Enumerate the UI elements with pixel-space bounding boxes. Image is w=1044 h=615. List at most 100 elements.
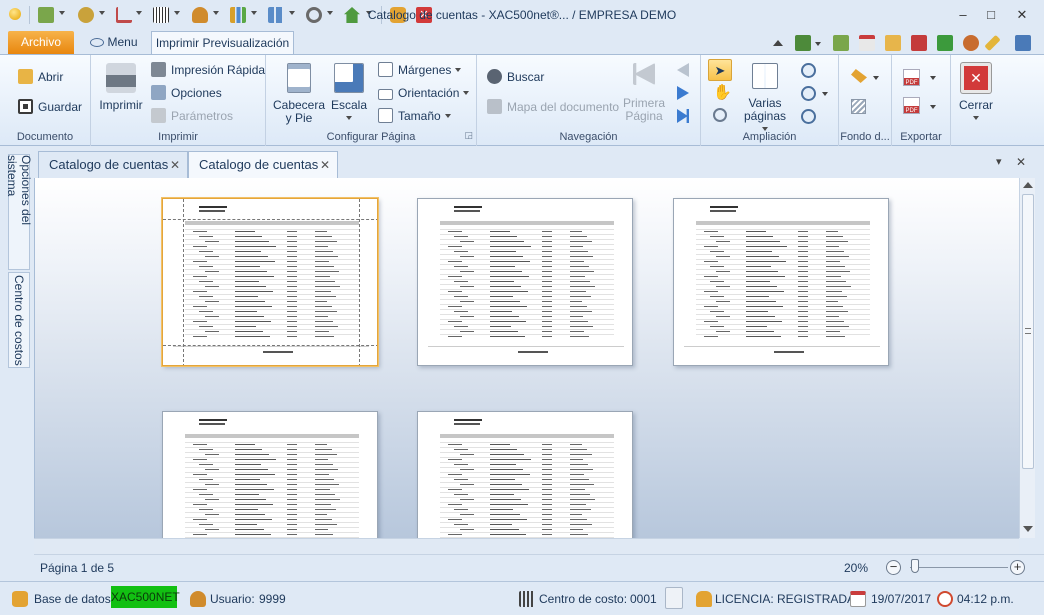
close-tab-icon[interactable]: ✕ <box>170 152 180 178</box>
document-map-icon <box>487 99 502 114</box>
pdf-icon[interactable] <box>911 35 927 51</box>
cost-center-value: 0001 <box>630 592 657 606</box>
imprimir-button[interactable]: Imprimir <box>96 63 146 112</box>
preview-page[interactable] <box>162 198 378 366</box>
tab-imprimir-previsualizacion[interactable]: Imprimir Previsualización <box>151 31 294 55</box>
folder-open-icon <box>18 69 33 84</box>
scroll-down-icon[interactable] <box>1023 526 1033 532</box>
zoom-in-button[interactable]: + <box>1010 560 1025 575</box>
close-all-tabs-icon[interactable]: ✕ <box>1016 155 1026 169</box>
windows-icon[interactable] <box>795 35 811 51</box>
parametros-label: Parámetros <box>171 109 234 123</box>
doc-tab-label: Catalogo de cuentas <box>199 157 319 172</box>
tab-menu-label: Menu <box>107 35 138 49</box>
send-pdf-icon[interactable]: PDF <box>903 97 920 114</box>
preview-page[interactable] <box>162 411 378 538</box>
zoom-in-icon[interactable] <box>801 109 816 124</box>
chevron-down-icon[interactable] <box>822 92 828 96</box>
escala-button[interactable]: Escala <box>329 63 369 125</box>
primera-pagina-button[interactable]: Primera Página <box>621 63 667 123</box>
globe-icon[interactable] <box>963 35 979 51</box>
ribbon: Abrir Guardar Documento Imprimir Impresi… <box>0 54 1044 146</box>
impresion-rapida-button[interactable]: Impresión Rápida <box>151 60 265 80</box>
magnifier-tool-icon[interactable] <box>713 108 727 122</box>
vertical-scrollbar[interactable] <box>1019 178 1035 538</box>
guardar-button[interactable]: Guardar <box>18 97 82 117</box>
doc-tab-2[interactable]: Catalogo de cuentas ✕ <box>188 151 338 178</box>
zoom-slider-thumb[interactable] <box>911 559 919 573</box>
cerrar-button[interactable]: ✕ Cerrar <box>956 63 996 125</box>
ribbon-tab-row: Archivo Menu Imprimir Previsualización <box>0 30 1044 55</box>
xls-icon[interactable] <box>937 35 953 51</box>
export-icon[interactable] <box>833 35 849 51</box>
zoom-slider-track[interactable] <box>910 567 1008 568</box>
abrir-button[interactable]: Abrir <box>18 67 63 87</box>
tab-centro-costos[interactable]: Centro de costos <box>8 272 30 368</box>
close-window-button[interactable]: ✕ <box>1010 6 1034 24</box>
pointer-tool-button[interactable]: ➤ <box>708 59 732 81</box>
clock-icon <box>937 591 953 607</box>
group-configurar-pagina: Cabecera y Pie Escala Márgenes Orientaci… <box>266 55 477 146</box>
last-page-icon[interactable] <box>677 109 689 123</box>
watermark-icon[interactable] <box>851 99 866 114</box>
chevron-down-icon[interactable] <box>873 76 879 80</box>
group-ampliacion: ➤ ✋ Varias páginas Ampliación <box>701 55 839 146</box>
dialog-launcher-icon[interactable]: ◲ <box>464 130 473 141</box>
collapse-ribbon-icon[interactable] <box>773 40 783 46</box>
calendar-icon[interactable] <box>859 35 875 51</box>
varias-paginas-button[interactable]: Varias páginas <box>741 63 789 136</box>
previous-page-icon[interactable] <box>677 63 689 77</box>
tab-menu[interactable]: Menu <box>82 31 146 54</box>
page-size-icon <box>378 108 393 123</box>
print-preview-area[interactable] <box>34 178 1019 538</box>
help-icon[interactable] <box>1015 35 1031 51</box>
margenes-button[interactable]: Márgenes <box>378 60 462 80</box>
zoom-out-icon[interactable] <box>801 63 816 78</box>
parametros-button[interactable]: Parámetros <box>151 106 233 126</box>
grip-icon <box>1025 328 1031 334</box>
title-bar: ✕ Catalogo de cuentas - XAC500net®... / … <box>0 0 1044 30</box>
chevron-down-icon <box>444 114 451 118</box>
zoom-out-button[interactable]: − <box>886 560 901 575</box>
group-label-ampliacion: Ampliación <box>742 131 797 143</box>
mail-icon[interactable] <box>885 35 901 51</box>
close-tab-icon[interactable]: ✕ <box>320 152 330 178</box>
tamano-button[interactable]: Tamaño <box>378 106 451 126</box>
preview-page[interactable] <box>417 411 633 538</box>
chevron-down-icon <box>463 91 470 95</box>
menu-eye-icon <box>90 38 105 47</box>
buscar-label: Buscar <box>507 70 545 84</box>
chevron-down-icon[interactable] <box>815 42 821 46</box>
horizontal-scrollbar[interactable] <box>34 538 1019 554</box>
tab-archivo[interactable]: Archivo <box>8 31 74 54</box>
preview-page[interactable] <box>673 198 889 366</box>
minimize-button[interactable]: – <box>951 6 975 24</box>
first-page-icon <box>633 63 655 85</box>
export-pdf-icon[interactable]: PDF <box>903 69 920 86</box>
group-fondo: Fondo d... <box>839 55 892 146</box>
group-navegacion: Buscar Mapa del documento Primera Página… <box>477 55 701 146</box>
doc-tab-1[interactable]: Catalogo de cuentas ✕ <box>38 151 188 178</box>
restore-button[interactable]: □ <box>979 6 1003 24</box>
buscar-button[interactable]: Buscar <box>487 67 544 87</box>
zoom-icon[interactable] <box>801 86 816 101</box>
scroll-up-icon[interactable] <box>1023 182 1033 188</box>
orientacion-button[interactable]: Orientación <box>378 83 470 103</box>
group-label-navegacion: Navegación <box>559 131 618 143</box>
preview-page[interactable] <box>417 198 633 366</box>
close-preview-icon: ✕ <box>961 63 991 93</box>
chevron-down-icon[interactable] <box>930 105 936 109</box>
opciones-button[interactable]: Opciones <box>151 83 222 103</box>
cabecera-pie-button[interactable]: Cabecera y Pie <box>272 63 326 125</box>
next-page-icon[interactable] <box>677 86 689 100</box>
tab-opciones-sistema[interactable]: Opciones del sistema <box>5 154 33 270</box>
group-label-imprimir: Imprimir <box>158 131 198 143</box>
tabs-dropdown-icon[interactable]: ▾ <box>996 155 1002 168</box>
margins-icon <box>378 62 393 77</box>
mapa-documento-button[interactable]: Mapa del documento <box>487 97 619 117</box>
chevron-down-icon[interactable] <box>930 76 936 80</box>
hand-tool-icon[interactable]: ✋ <box>713 85 732 101</box>
save-icon <box>18 99 33 114</box>
edit-icon[interactable] <box>984 34 1001 52</box>
page-color-icon[interactable] <box>851 69 867 83</box>
